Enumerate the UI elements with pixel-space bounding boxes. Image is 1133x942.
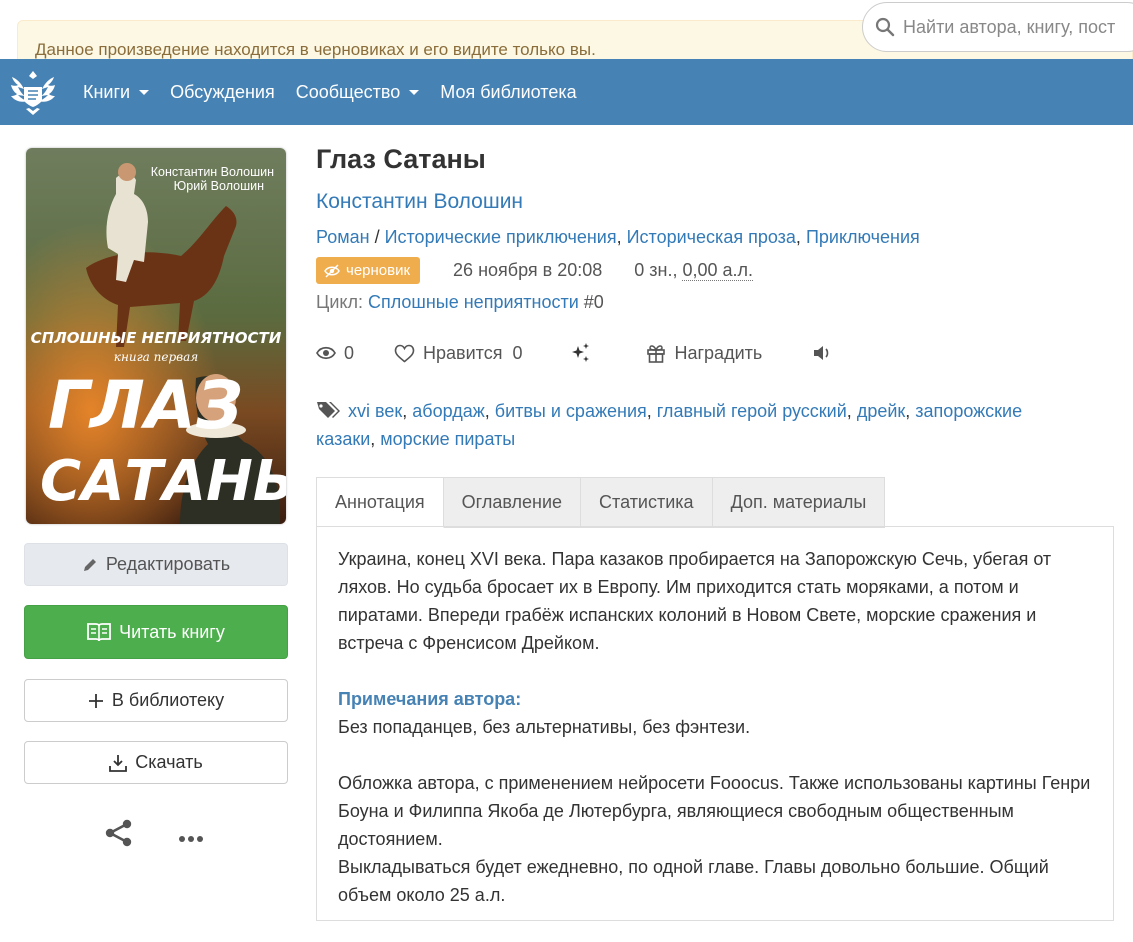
genre-link[interactable]: Исторические приключения bbox=[385, 227, 617, 247]
cycle-number: #0 bbox=[578, 292, 604, 312]
actions-bar: 0 Нравится 0 Наградить bbox=[316, 342, 832, 364]
draft-notice-text: Данное произведение находится в черновик… bbox=[35, 40, 596, 59]
search-input[interactable] bbox=[903, 16, 1133, 38]
book-title: Глаз Сатаны bbox=[316, 144, 486, 174]
tab-contents[interactable]: Оглавление bbox=[443, 477, 582, 528]
size-al: 0,00 а.л. bbox=[682, 260, 754, 281]
tab-annotation[interactable]: Аннотация bbox=[316, 477, 444, 528]
size-chars: 0 зн., bbox=[634, 260, 683, 280]
gift-icon bbox=[647, 345, 666, 363]
cycle-label: Цикл: bbox=[316, 292, 368, 312]
meta-row: черновик 26 ноября в 20:08 0 зн., 0,00 а… bbox=[316, 257, 754, 284]
add-to-library-label: В библиотеку bbox=[111, 690, 225, 710]
volume-icon bbox=[814, 346, 829, 360]
comma: , bbox=[616, 227, 627, 247]
cover-series: СПЛОШНЫЕ НЕПРИЯТНОСТИ bbox=[31, 329, 282, 347]
open-book-icon bbox=[87, 623, 112, 642]
genre-link[interactable]: Приключения bbox=[806, 227, 920, 247]
publish-date: 26 ноября в 20:08 bbox=[453, 260, 603, 280]
views-count: 0 bbox=[344, 342, 355, 363]
tag-link[interactable]: морские пираты bbox=[380, 429, 515, 449]
cover-image: Константин Волошин Юрий Волошин СПЛОШНЫЕ… bbox=[26, 148, 286, 524]
chevron-down-icon bbox=[409, 89, 420, 95]
award-label: Наградить bbox=[674, 342, 763, 363]
site-logo[interactable] bbox=[4, 62, 62, 122]
cover-author-bottom: Юрий Волошин bbox=[174, 179, 264, 193]
nav-books[interactable]: Книги bbox=[83, 81, 150, 103]
views-counter: 0 bbox=[316, 343, 354, 364]
sparkles-icon bbox=[572, 343, 590, 362]
share-button[interactable] bbox=[104, 818, 134, 853]
tag-link[interactable]: главный герой русский bbox=[657, 401, 847, 421]
comma: , bbox=[795, 227, 806, 247]
nav-books-label: Книги bbox=[83, 81, 131, 102]
nav-community[interactable]: Сообщество bbox=[296, 82, 420, 103]
add-to-library-button[interactable]: В библиотеку bbox=[24, 679, 288, 722]
annotation-text: Украина, конец XVI века. Пара казаков пр… bbox=[338, 549, 1052, 653]
navbar: Книги Обсуждения Сообщество Моя библиоте… bbox=[0, 59, 1133, 125]
like-label: Нравится bbox=[423, 342, 503, 363]
audio-button[interactable] bbox=[812, 344, 832, 362]
genre-separator: / bbox=[369, 227, 385, 247]
like-button[interactable]: Нравится 0 bbox=[394, 343, 522, 364]
cover-part: книга первая bbox=[114, 350, 198, 364]
genres-line: Роман / Исторические приключения, Истори… bbox=[316, 227, 920, 248]
tab-statistics[interactable]: Статистика bbox=[581, 477, 713, 528]
eye-icon bbox=[316, 346, 336, 360]
pencil-icon bbox=[83, 558, 96, 571]
tag-link[interactable]: битвы и сражения bbox=[495, 401, 647, 421]
author-note: Без попаданцев, без альтернативы, без фэ… bbox=[338, 717, 751, 737]
form-link[interactable]: Роман bbox=[316, 227, 370, 247]
read-book-label: Читать книгу bbox=[119, 621, 225, 642]
author-note: Выкладываться будет ежедневно, по одной … bbox=[338, 857, 1049, 905]
search-icon bbox=[875, 17, 895, 37]
award-button[interactable]: Наградить bbox=[646, 343, 762, 364]
search-box[interactable] bbox=[862, 2, 1133, 52]
cover-title-2: САТАНЫ bbox=[40, 449, 286, 514]
heart-icon bbox=[394, 344, 415, 363]
book-cover[interactable]: Константин Волошин Юрий Волошин СПЛОШНЫЕ… bbox=[26, 148, 286, 524]
nav-community-label: Сообщество bbox=[295, 81, 401, 102]
tags-list: xvi век, абордаж, битвы и сражения, глав… bbox=[316, 401, 1023, 449]
author-link[interactable]: Константин Волошин bbox=[316, 190, 523, 214]
cover-author-top: Константин Волошин bbox=[151, 165, 274, 179]
book-tabs: Аннотация Оглавление Статистика Доп. мат… bbox=[316, 477, 886, 528]
status-badge-label: черновик bbox=[346, 262, 411, 279]
download-icon bbox=[109, 754, 128, 772]
author-notes-title: Примечания автора: bbox=[338, 689, 522, 709]
edit-button-label: Редактировать bbox=[105, 554, 231, 574]
nav-my-library-label: Моя библиотека bbox=[440, 81, 577, 102]
tab-extra-materials[interactable]: Доп. материалы bbox=[712, 477, 886, 528]
plus-icon bbox=[88, 693, 103, 708]
more-horizontal-icon bbox=[179, 836, 203, 842]
tag-link[interactable]: дрейк bbox=[857, 401, 905, 421]
more-options-button[interactable] bbox=[178, 828, 204, 849]
cycle-link[interactable]: Сплошные неприятности bbox=[368, 292, 579, 312]
download-button[interactable]: Скачать bbox=[24, 741, 288, 784]
genre-link[interactable]: Историческая проза bbox=[627, 227, 796, 247]
author-note: Обложка автора, с применением нейросети … bbox=[338, 773, 1091, 849]
cover-title-1: ГЛАЗ bbox=[48, 367, 243, 444]
nav-discussions-label: Обсуждения bbox=[170, 81, 275, 102]
annotation-panel: Украина, конец XVI века. Пара казаков пр… bbox=[316, 526, 1114, 921]
eye-slash-icon bbox=[324, 263, 340, 278]
read-book-button[interactable]: Читать книгу bbox=[24, 605, 288, 659]
tags-icon bbox=[317, 402, 340, 418]
cycle-line: Цикл: Сплошные неприятности #0 bbox=[316, 292, 604, 313]
chevron-down-icon bbox=[139, 89, 150, 95]
edit-button[interactable]: Редактировать bbox=[24, 543, 288, 586]
tag-link[interactable]: абордаж bbox=[412, 401, 484, 421]
nav-my-library[interactable]: Моя библиотека bbox=[440, 82, 576, 103]
book-size: 0 зн., 0,00 а.л. bbox=[634, 260, 754, 281]
status-badge: черновик bbox=[316, 257, 421, 284]
share-icon bbox=[105, 819, 132, 847]
likes-count: 0 bbox=[512, 342, 523, 363]
sparkles-button[interactable] bbox=[570, 342, 592, 364]
nav-discussions[interactable]: Обсуждения bbox=[170, 82, 275, 103]
double-eagle-logo-icon bbox=[11, 71, 55, 115]
tag-link[interactable]: xvi век bbox=[348, 401, 402, 421]
download-label: Скачать bbox=[135, 752, 203, 772]
